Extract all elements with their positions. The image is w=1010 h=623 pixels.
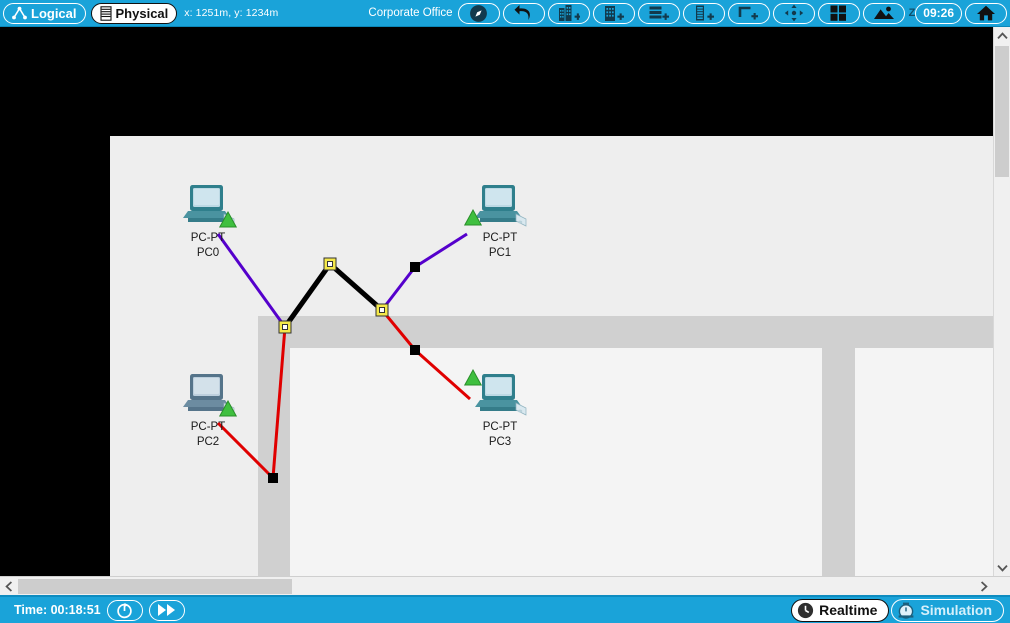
new-rack-button[interactable] bbox=[682, 2, 725, 24]
handle-apex bbox=[323, 257, 337, 271]
wall-corridor-top bbox=[258, 316, 993, 348]
fast-forward-button[interactable] bbox=[148, 599, 185, 621]
pc3-link-status-icon bbox=[464, 369, 482, 386]
tab-logical-label: Logical bbox=[31, 5, 77, 21]
link-apex-j2 bbox=[328, 262, 384, 312]
physical-workspace-canvas[interactable]: PC-PT PC0 PC-PT PC1 PC-PT PC2 PC-PT PC3 bbox=[0, 27, 993, 576]
add-city-icon bbox=[558, 5, 580, 21]
pc1-type-label: PC-PT bbox=[482, 232, 518, 244]
handle-j2 bbox=[375, 303, 389, 317]
clock-display[interactable]: 09:26 bbox=[915, 2, 962, 24]
pc0-type-label: PC-PT bbox=[190, 232, 226, 244]
simulation-mode-label: Simulation bbox=[920, 602, 992, 618]
chevron-left-icon bbox=[4, 580, 12, 592]
new-closet-button[interactable] bbox=[637, 2, 680, 24]
pc0-link-status-icon bbox=[219, 211, 237, 228]
top-toolbar: Logical Physical x: 1251m, y: 1234m Corp… bbox=[0, 0, 1010, 27]
power-cycle-devices-button[interactable] bbox=[106, 599, 143, 621]
tab-physical[interactable]: Physical bbox=[90, 2, 178, 24]
pc3-art bbox=[460, 369, 540, 420]
set-background-button[interactable] bbox=[862, 2, 905, 24]
logical-topology-icon bbox=[12, 6, 27, 20]
pc1-art bbox=[460, 183, 540, 231]
add-building-icon bbox=[604, 6, 624, 21]
realtime-mode-label: Realtime bbox=[819, 602, 878, 618]
pc2-name-label: PC2 bbox=[196, 435, 220, 448]
navigation-button[interactable] bbox=[457, 2, 500, 24]
set-background-icon bbox=[873, 6, 894, 19]
pc3-name-label: PC3 bbox=[488, 435, 512, 448]
cursor-coordinates: x: 1251m, y: 1234m bbox=[184, 7, 279, 19]
device-pc2[interactable]: PC-PT PC2 bbox=[168, 372, 248, 449]
grid-view-button[interactable] bbox=[817, 2, 860, 24]
room-right bbox=[855, 348, 993, 576]
tab-logical[interactable]: Logical bbox=[3, 2, 86, 24]
pc3-type-label: PC-PT bbox=[482, 421, 518, 433]
simulation-mode-group: Realtime Simulation bbox=[791, 598, 1004, 622]
pc2-art bbox=[168, 372, 248, 420]
chevron-right-icon bbox=[980, 580, 988, 592]
packet-tracer-window: Logical Physical x: 1251m, y: 1234m Corp… bbox=[0, 0, 1010, 623]
pc2-link-status-icon bbox=[219, 400, 237, 417]
new-shelf-button[interactable] bbox=[727, 2, 770, 24]
move-object-icon bbox=[784, 4, 803, 22]
status-bar: Time: 00:18:51 Realtime Simulation bbox=[0, 595, 1010, 623]
home-city-button[interactable] bbox=[965, 2, 1007, 24]
scroll-down-button[interactable] bbox=[994, 559, 1010, 576]
grid-view-icon bbox=[830, 5, 847, 21]
scroll-up-button[interactable] bbox=[994, 27, 1010, 44]
add-shelf-icon bbox=[738, 6, 758, 20]
device-pc3[interactable]: PC-PT PC3 bbox=[460, 369, 540, 449]
current-location-label: Corporate Office bbox=[368, 7, 453, 19]
vertical-scrollbar[interactable] bbox=[993, 27, 1010, 576]
link-j2-m1 bbox=[380, 266, 417, 311]
clock-icon bbox=[797, 602, 814, 618]
new-city-button[interactable] bbox=[547, 2, 590, 24]
power-cycle-icon bbox=[117, 602, 132, 618]
undo-icon bbox=[514, 5, 530, 20]
simulation-mode-button[interactable]: Simulation bbox=[891, 598, 1004, 622]
pc1-link-status-icon bbox=[464, 209, 482, 226]
new-building-button[interactable] bbox=[592, 2, 635, 24]
chevron-up-icon bbox=[996, 31, 1008, 39]
device-pc0[interactable]: PC-PT PC0 bbox=[168, 183, 248, 260]
tab-physical-label: Physical bbox=[115, 5, 169, 21]
pc0-art bbox=[168, 183, 248, 231]
navigation-icon bbox=[470, 4, 487, 22]
vertical-scroll-thumb[interactable] bbox=[995, 46, 1009, 177]
pc1-name-label: PC1 bbox=[488, 246, 512, 259]
scroll-right-button[interactable] bbox=[975, 577, 992, 595]
wall-vertical-mid bbox=[822, 348, 855, 576]
handle-m1 bbox=[410, 262, 420, 272]
floorplan-sheet[interactable]: PC-PT PC0 PC-PT PC1 PC-PT PC2 PC-PT PC3 bbox=[110, 136, 993, 576]
move-object-button[interactable] bbox=[772, 2, 815, 24]
device-pc1[interactable]: PC-PT PC1 bbox=[460, 183, 540, 260]
pc2-type-label: PC-PT bbox=[190, 421, 226, 433]
simulation-time-label: Time: 00:18:51 bbox=[14, 603, 101, 617]
scroll-left-button[interactable] bbox=[0, 577, 17, 595]
horizontal-scroll-thumb[interactable] bbox=[18, 579, 292, 594]
back-button[interactable] bbox=[502, 2, 545, 24]
stopwatch-icon bbox=[899, 602, 914, 619]
realtime-mode-button[interactable]: Realtime bbox=[791, 598, 890, 622]
add-closet-icon bbox=[649, 6, 669, 20]
chevron-down-icon bbox=[996, 564, 1008, 572]
horizontal-scrollbar[interactable] bbox=[0, 576, 1010, 595]
add-rack-icon bbox=[695, 5, 714, 21]
home-icon bbox=[977, 5, 995, 21]
time-zone-icon: Z bbox=[908, 7, 916, 19]
room-main bbox=[290, 348, 822, 576]
wall-vertical-left bbox=[258, 348, 290, 576]
pc0-name-label: PC0 bbox=[196, 246, 220, 259]
fast-forward-icon bbox=[157, 604, 175, 616]
building-stack-icon bbox=[99, 5, 112, 21]
